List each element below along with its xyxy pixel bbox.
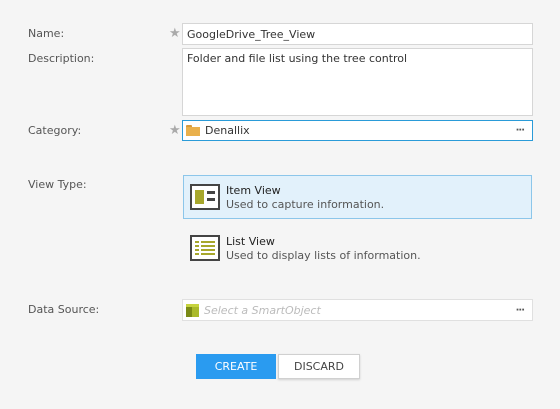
view-type-label: View Type:	[28, 178, 87, 191]
create-button[interactable]: CREATE	[196, 354, 276, 379]
data-source-browse-button[interactable]: ···	[516, 300, 525, 320]
data-source-placeholder: Select a SmartObject	[204, 303, 321, 317]
view-type-item-view[interactable]: Item View Used to capture information.	[183, 175, 532, 219]
required-star-icon: ★	[169, 26, 181, 41]
name-label: Name:	[28, 27, 65, 40]
view-type-list-view[interactable]: List View Used to display lists of infor…	[183, 226, 532, 270]
item-view-subtitle: Used to capture information.	[226, 197, 385, 211]
description-label: Description:	[28, 52, 95, 65]
list-view-icon	[190, 235, 220, 261]
category-browse-button[interactable]: ···	[516, 121, 525, 140]
discard-button[interactable]: DISCARD	[278, 354, 360, 379]
list-view-title: List View	[226, 234, 275, 248]
item-view-icon	[190, 184, 220, 210]
category-label: Category:	[28, 124, 82, 137]
name-field[interactable]: GoogleDrive_Tree_View	[182, 23, 533, 45]
smartobject-icon	[186, 303, 199, 317]
required-star-icon: ★	[169, 123, 181, 138]
folder-icon	[186, 125, 200, 136]
data-source-field[interactable]: Select a SmartObject ···	[182, 299, 533, 321]
category-field[interactable]: Denallix ···	[182, 120, 533, 141]
data-source-label: Data Source:	[28, 303, 100, 316]
description-field[interactable]: Folder and file list using the tree cont…	[182, 48, 533, 116]
item-view-title: Item View	[226, 183, 281, 197]
list-view-subtitle: Used to display lists of information.	[226, 248, 421, 262]
category-value: Denallix	[205, 124, 250, 137]
